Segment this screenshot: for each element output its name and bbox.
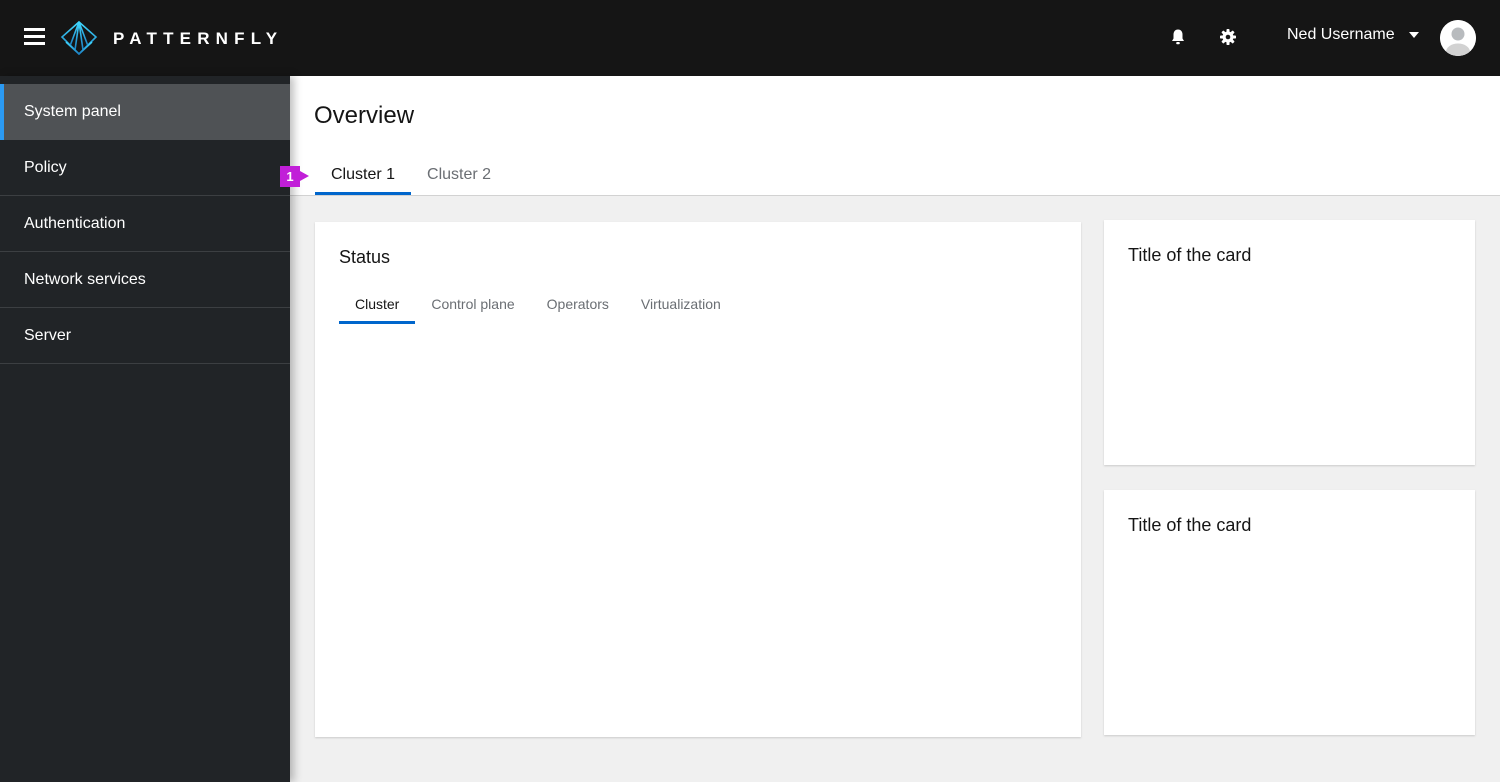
tab-cluster-1[interactable]: Cluster 1 xyxy=(315,164,412,195)
sidebar-item-label: System panel xyxy=(24,103,121,120)
sidebar-item-network-services[interactable]: Network services xyxy=(0,252,290,308)
status-card: Status Cluster Control plane Operators V… xyxy=(315,222,1081,737)
card-title: Title of the card xyxy=(1128,245,1252,265)
page-title: Overview xyxy=(314,102,415,129)
tab-virtualization[interactable]: Virtualization xyxy=(625,294,737,324)
tab-cluster-2[interactable]: Cluster 2 xyxy=(411,164,507,195)
sidebar-item-server[interactable]: Server xyxy=(0,308,290,364)
cluster-tabs: Cluster 1 Cluster 2 xyxy=(315,164,507,195)
sidebar-item-policy[interactable]: Policy xyxy=(0,140,290,196)
page-header: Overview Cluster 1 Cluster 2 xyxy=(290,76,1500,196)
user-menu-toggle[interactable]: Ned Username xyxy=(1287,26,1419,44)
hamburger-menu-icon[interactable] xyxy=(24,28,45,47)
sidebar-item-system-panel[interactable]: System panel xyxy=(0,84,290,140)
sidebar-item-authentication[interactable]: Authentication xyxy=(0,196,290,252)
sidebar-item-label: Policy xyxy=(24,158,67,176)
gear-icon[interactable] xyxy=(1219,28,1237,46)
masthead: PATTERNFLY Ned Username xyxy=(0,0,1500,76)
info-card-1: Title of the card xyxy=(1104,220,1475,465)
info-card-2: Title of the card xyxy=(1104,490,1475,735)
sidebar-item-label: Authentication xyxy=(24,214,126,232)
sidebar-item-label: Server xyxy=(24,326,72,344)
annotation-badge: 1 xyxy=(280,166,309,187)
avatar[interactable] xyxy=(1440,20,1476,56)
bell-icon[interactable] xyxy=(1169,28,1187,46)
card-title: Title of the card xyxy=(1128,515,1252,535)
status-tabs: Cluster Control plane Operators Virtuali… xyxy=(339,294,737,324)
sidebar-item-label: Network services xyxy=(24,270,146,288)
brand-name: PATTERNFLY xyxy=(113,29,284,48)
sidebar-nav: System panel Policy Authentication Netwo… xyxy=(0,76,290,782)
tab-cluster[interactable]: Cluster xyxy=(339,294,416,324)
tab-control-plane[interactable]: Control plane xyxy=(415,294,530,324)
patternfly-logo-icon[interactable] xyxy=(60,20,98,56)
card-title: Status xyxy=(339,247,391,267)
avatar-icon xyxy=(1440,20,1476,56)
tab-operators[interactable]: Operators xyxy=(531,294,625,324)
caret-down-icon xyxy=(1408,32,1419,38)
user-name: Ned Username xyxy=(1287,26,1395,43)
